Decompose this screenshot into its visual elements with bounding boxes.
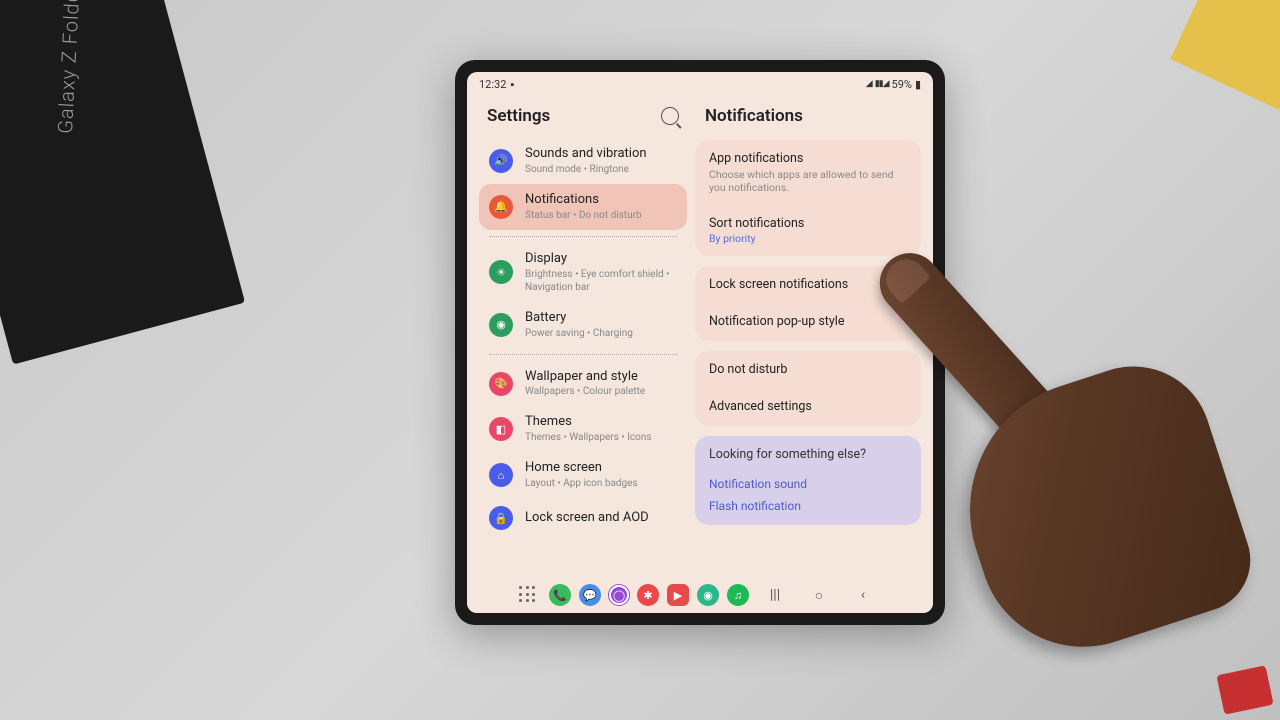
item-title: Home screen [525, 460, 677, 477]
status-bar: 12:32 ▪ ◢ ▮▮◢ 59% ▮ [467, 72, 933, 96]
item-title: Themes [525, 414, 677, 431]
settings-item-display[interactable]: ☀ Display Brightness • Eye comfort shiel… [479, 243, 687, 302]
detail-notification-popup-style[interactable]: Notification pop-up style [695, 303, 921, 341]
item-subtitle: Layout • App icon badges [525, 477, 677, 490]
detail-do-not-disturb[interactable]: Do not disturb [695, 351, 921, 389]
detail-item-sub: Choose which apps are allowed to send yo… [709, 168, 907, 195]
detail-item-title: Advanced settings [709, 398, 907, 416]
item-subtitle: Power saving • Charging [525, 327, 677, 340]
item-title: Lock screen and AOD [525, 510, 677, 527]
phone-app-icon[interactable]: 📞 [549, 584, 571, 606]
detail-item-title: Sort notifications [709, 215, 907, 233]
battery-icon: ▮ [915, 78, 921, 91]
taskbar: 📞 💬 ◯ ✱ ▶ ◉ ♫ ||| ○ ‹ [467, 577, 933, 613]
divider [489, 236, 677, 237]
lock-icon: 🔒 [489, 506, 513, 530]
detail-advanced-settings[interactable]: Advanced settings [695, 388, 921, 426]
spotify-app-icon[interactable]: ♫ [727, 584, 749, 606]
detail-item-value: By priority [709, 232, 907, 246]
detail-title: Notifications [695, 100, 921, 140]
home-icon: ⌂ [489, 463, 513, 487]
back-button[interactable]: ‹ [848, 585, 878, 605]
page-title: Settings [487, 106, 550, 126]
watermark [1216, 665, 1273, 715]
settings-item-notifications[interactable]: 🔔 Notifications Status bar • Do not dist… [479, 184, 687, 230]
item-subtitle: Themes • Wallpapers • Icons [525, 431, 677, 444]
screen: 12:32 ▪ ◢ ▮▮◢ 59% ▮ Settings 🔊 [467, 72, 933, 613]
item-title: Wallpaper and style [525, 369, 677, 386]
divider [489, 354, 677, 355]
item-title: Notifications [525, 192, 677, 209]
settings-item-themes[interactable]: ◧ Themes Themes • Wallpapers • Icons [479, 406, 687, 452]
detail-item-title: Do not disturb [709, 361, 907, 379]
status-battery: 59% [892, 78, 912, 91]
notification-icon: 🔔 [489, 195, 513, 219]
link-flash-notification[interactable]: Flash notification [695, 495, 921, 525]
messages-app-icon[interactable]: 💬 [579, 584, 601, 606]
battery-icon: ◉ [489, 313, 513, 337]
settings-item-homescreen[interactable]: ⌂ Home screen Layout • App icon badges [479, 452, 687, 498]
item-subtitle: Status bar • Do not disturb [525, 209, 677, 222]
product-box: Galaxy Z Fold6 [0, 0, 245, 365]
status-time: 12:32 [479, 78, 506, 91]
home-button[interactable]: ○ [804, 585, 834, 605]
status-notification-icon: ▪ [510, 78, 514, 91]
item-title: Battery [525, 310, 677, 327]
app-drawer-icon[interactable] [519, 586, 537, 604]
item-title: Display [525, 251, 677, 268]
link-notification-sound[interactable]: Notification sound [695, 473, 921, 495]
app-icon[interactable]: ◉ [697, 584, 719, 606]
item-title: Sounds and vibration [525, 146, 677, 163]
box-label: Galaxy Z Fold6 [53, 0, 84, 134]
recents-button[interactable]: ||| [760, 585, 790, 605]
settings-item-battery[interactable]: ◉ Battery Power saving • Charging [479, 302, 687, 348]
device-frame: 12:32 ▪ ◢ ▮▮◢ 59% ▮ Settings 🔊 [455, 60, 945, 625]
app-icon[interactable]: ✱ [637, 584, 659, 606]
search-icon[interactable] [661, 107, 679, 125]
item-subtitle: Brightness • Eye comfort shield • Naviga… [525, 268, 677, 294]
detail-app-notifications[interactable]: App notifications Choose which apps are … [695, 140, 921, 205]
detail-item-title: App notifications [709, 150, 907, 168]
app-icon[interactable]: ◯ [609, 585, 629, 605]
detail-item-title: Notification pop-up style [709, 313, 907, 331]
item-subtitle: Wallpapers • Colour palette [525, 385, 677, 398]
display-icon: ☀ [489, 260, 513, 284]
item-subtitle: Sound mode • Ringtone [525, 163, 677, 176]
detail-sort-notifications[interactable]: Sort notifications By priority [695, 205, 921, 256]
signal-icon: ▮▮◢ [875, 79, 889, 89]
detail-lock-screen-notifications[interactable]: Lock screen notifications [695, 266, 921, 304]
looking-for-else: Looking for something else? [695, 436, 921, 474]
themes-icon: ◧ [489, 417, 513, 441]
settings-list-pane: Settings 🔊 Sounds and vibration Sound mo… [475, 96, 691, 577]
wifi-icon: ◢ [866, 79, 872, 89]
detail-pane: Notifications App notifications Choose w… [691, 96, 925, 577]
detail-item-title: Lock screen notifications [709, 276, 907, 294]
background-object [1170, 0, 1280, 110]
settings-item-sounds[interactable]: 🔊 Sounds and vibration Sound mode • Ring… [479, 138, 687, 184]
settings-item-lockscreen[interactable]: 🔒 Lock screen and AOD [479, 498, 687, 538]
youtube-app-icon[interactable]: ▶ [667, 584, 689, 606]
settings-item-wallpaper[interactable]: 🎨 Wallpaper and style Wallpapers • Colou… [479, 361, 687, 407]
wallpaper-icon: 🎨 [489, 372, 513, 396]
sound-icon: 🔊 [489, 149, 513, 173]
looking-title: Looking for something else? [709, 446, 907, 464]
